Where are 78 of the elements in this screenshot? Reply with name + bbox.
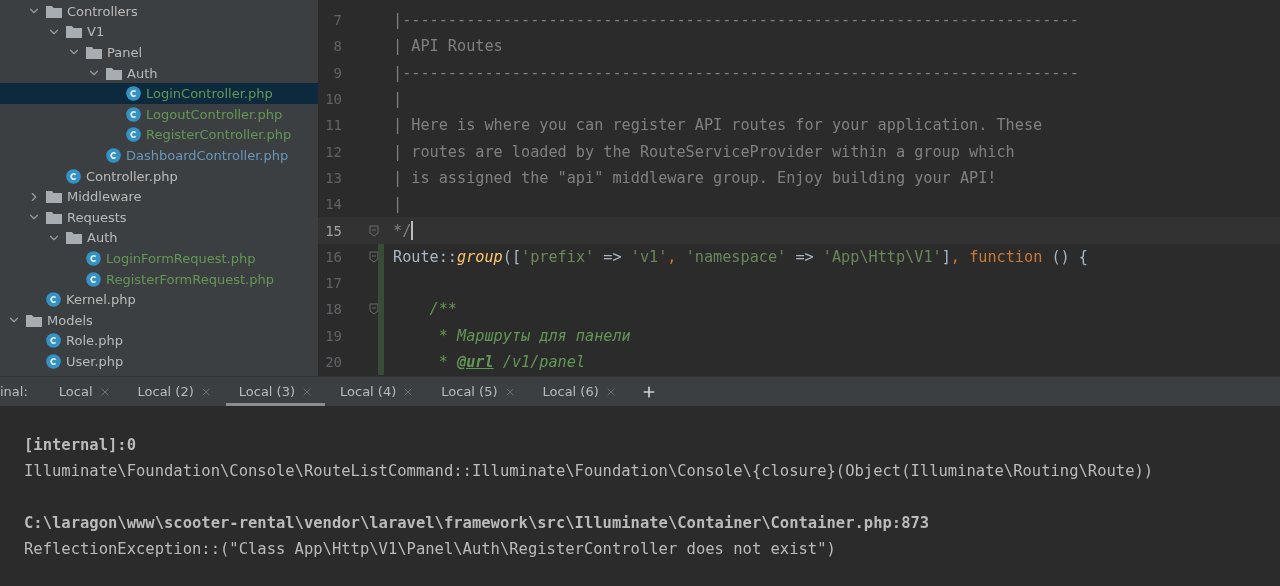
file-name[interactable]: RegisterFormRequest.php (106, 271, 274, 287)
class-file-icon (46, 292, 61, 308)
folder-icon (86, 46, 102, 59)
line-number: 17 (324, 275, 342, 292)
line-number: 8 (332, 38, 342, 55)
class-file-icon (46, 333, 61, 349)
fold-marker-icon[interactable] (369, 224, 379, 237)
terminal-label: inal: (0, 383, 29, 401)
code-line: * Маршруты для панели (437, 326, 631, 345)
file-name[interactable]: Role.php (66, 333, 123, 349)
code-line: Route::group(['prefix' => 'v1', 'namespace' => 'App\Http\V1'], function () { (393, 247, 1088, 266)
code-line: | API Routes (393, 37, 503, 56)
text-caret (411, 221, 414, 240)
folder-name[interactable]: Auth (127, 65, 158, 81)
class-file-icon (86, 271, 101, 287)
line-number: 18 (324, 301, 342, 318)
folder-icon (46, 4, 62, 18)
terminal-line: Illuminate\Foundation\Console\RouteListCommand::Illuminate\Foundation\Console\{closure}(Object(Illuminate\Routing\Route)) (24, 462, 1154, 480)
folder-name[interactable]: Requests (67, 209, 127, 225)
folder-icon (66, 231, 82, 245)
class-file-icon (126, 127, 141, 143)
file-name[interactable]: LoginFormRequest.php (106, 250, 256, 266)
folder-icon (26, 313, 42, 327)
folder-name[interactable]: Controllers (67, 3, 138, 19)
selected-tree-row[interactable]: LoginController.php (0, 83, 318, 104)
line-number: 15 (324, 222, 342, 239)
code-line: |-------------------------------------------------------------------------- (393, 63, 1079, 82)
line-number: 10 (324, 91, 342, 108)
file-name[interactable]: Controller.php (86, 168, 178, 184)
file-name[interactable]: DashboardController.php (126, 147, 289, 163)
folder-name[interactable]: Panel (107, 45, 143, 60)
folder-name[interactable]: Models (47, 312, 93, 328)
terminal-tab[interactable]: Local (45, 377, 123, 406)
terminal-tab[interactable]: Local (5) (428, 377, 528, 406)
code-line: |-------------------------------------------------------------------------- (393, 11, 1079, 30)
folder-icon (66, 25, 82, 39)
folder-name[interactable]: V1 (87, 24, 105, 40)
line-number: 19 (324, 327, 342, 344)
class-file-icon (106, 147, 121, 163)
class-file-icon (66, 168, 81, 184)
terminal-tab[interactable]: Local (2) (124, 377, 224, 406)
class-file-icon (46, 353, 61, 369)
terminal-line: C:\laragon\www\scooter-rental\vendor\laravel\framework\src\Illuminate\Container\Container.php:873 (24, 514, 930, 532)
code-line: * @url /v1/panel (437, 353, 586, 371)
file-name[interactable]: RegisterController.php (146, 127, 292, 143)
folder-icon (46, 210, 62, 224)
code-line: | Here is where you can register API routes for your application. These (393, 116, 1043, 135)
code-line: | (393, 195, 403, 214)
fold-marker-icon[interactable] (369, 303, 379, 316)
terminal-tab[interactable]: Local (6) (529, 377, 629, 406)
code-line: /** (428, 300, 457, 319)
code-line: | is assigned the "api" middleware group. Enjoy building your API! (393, 168, 997, 187)
line-number: 12 (324, 143, 342, 160)
folder-name[interactable]: Auth (87, 230, 118, 246)
line-number: 7 (332, 12, 342, 29)
code-line: */ (393, 221, 412, 240)
class-file-icon (126, 106, 141, 122)
line-number: 14 (324, 196, 342, 213)
file-name[interactable]: User.php (66, 353, 124, 369)
fold-marker-icon[interactable] (369, 250, 379, 263)
class-file-icon (86, 250, 101, 266)
line-number: 13 (324, 169, 342, 186)
file-name[interactable]: Kernel.php (66, 292, 136, 308)
file-name[interactable]: LogoutController.php (146, 106, 283, 122)
line-number: 11 (324, 117, 342, 134)
folder-name[interactable]: Middleware (67, 189, 142, 205)
line-number: 9 (332, 64, 342, 81)
terminal-line: [internal]:0 (24, 436, 136, 454)
folder-icon (46, 190, 62, 204)
terminal-line: ReflectionException::("Class App\Http\V1\Panel\Auth\RegisterController does not exist") (24, 540, 836, 558)
code-line: | routes are loaded by the RouteServiceProvider within a group which (393, 142, 1015, 161)
file-name[interactable]: LoginController.php (146, 86, 273, 102)
code-line: | (393, 90, 403, 109)
line-number: 16 (324, 248, 342, 265)
line-number: 20 (324, 354, 342, 370)
terminal-tab[interactable]: Local (4) (327, 377, 427, 406)
class-file-icon (126, 86, 141, 102)
folder-icon (106, 66, 122, 80)
